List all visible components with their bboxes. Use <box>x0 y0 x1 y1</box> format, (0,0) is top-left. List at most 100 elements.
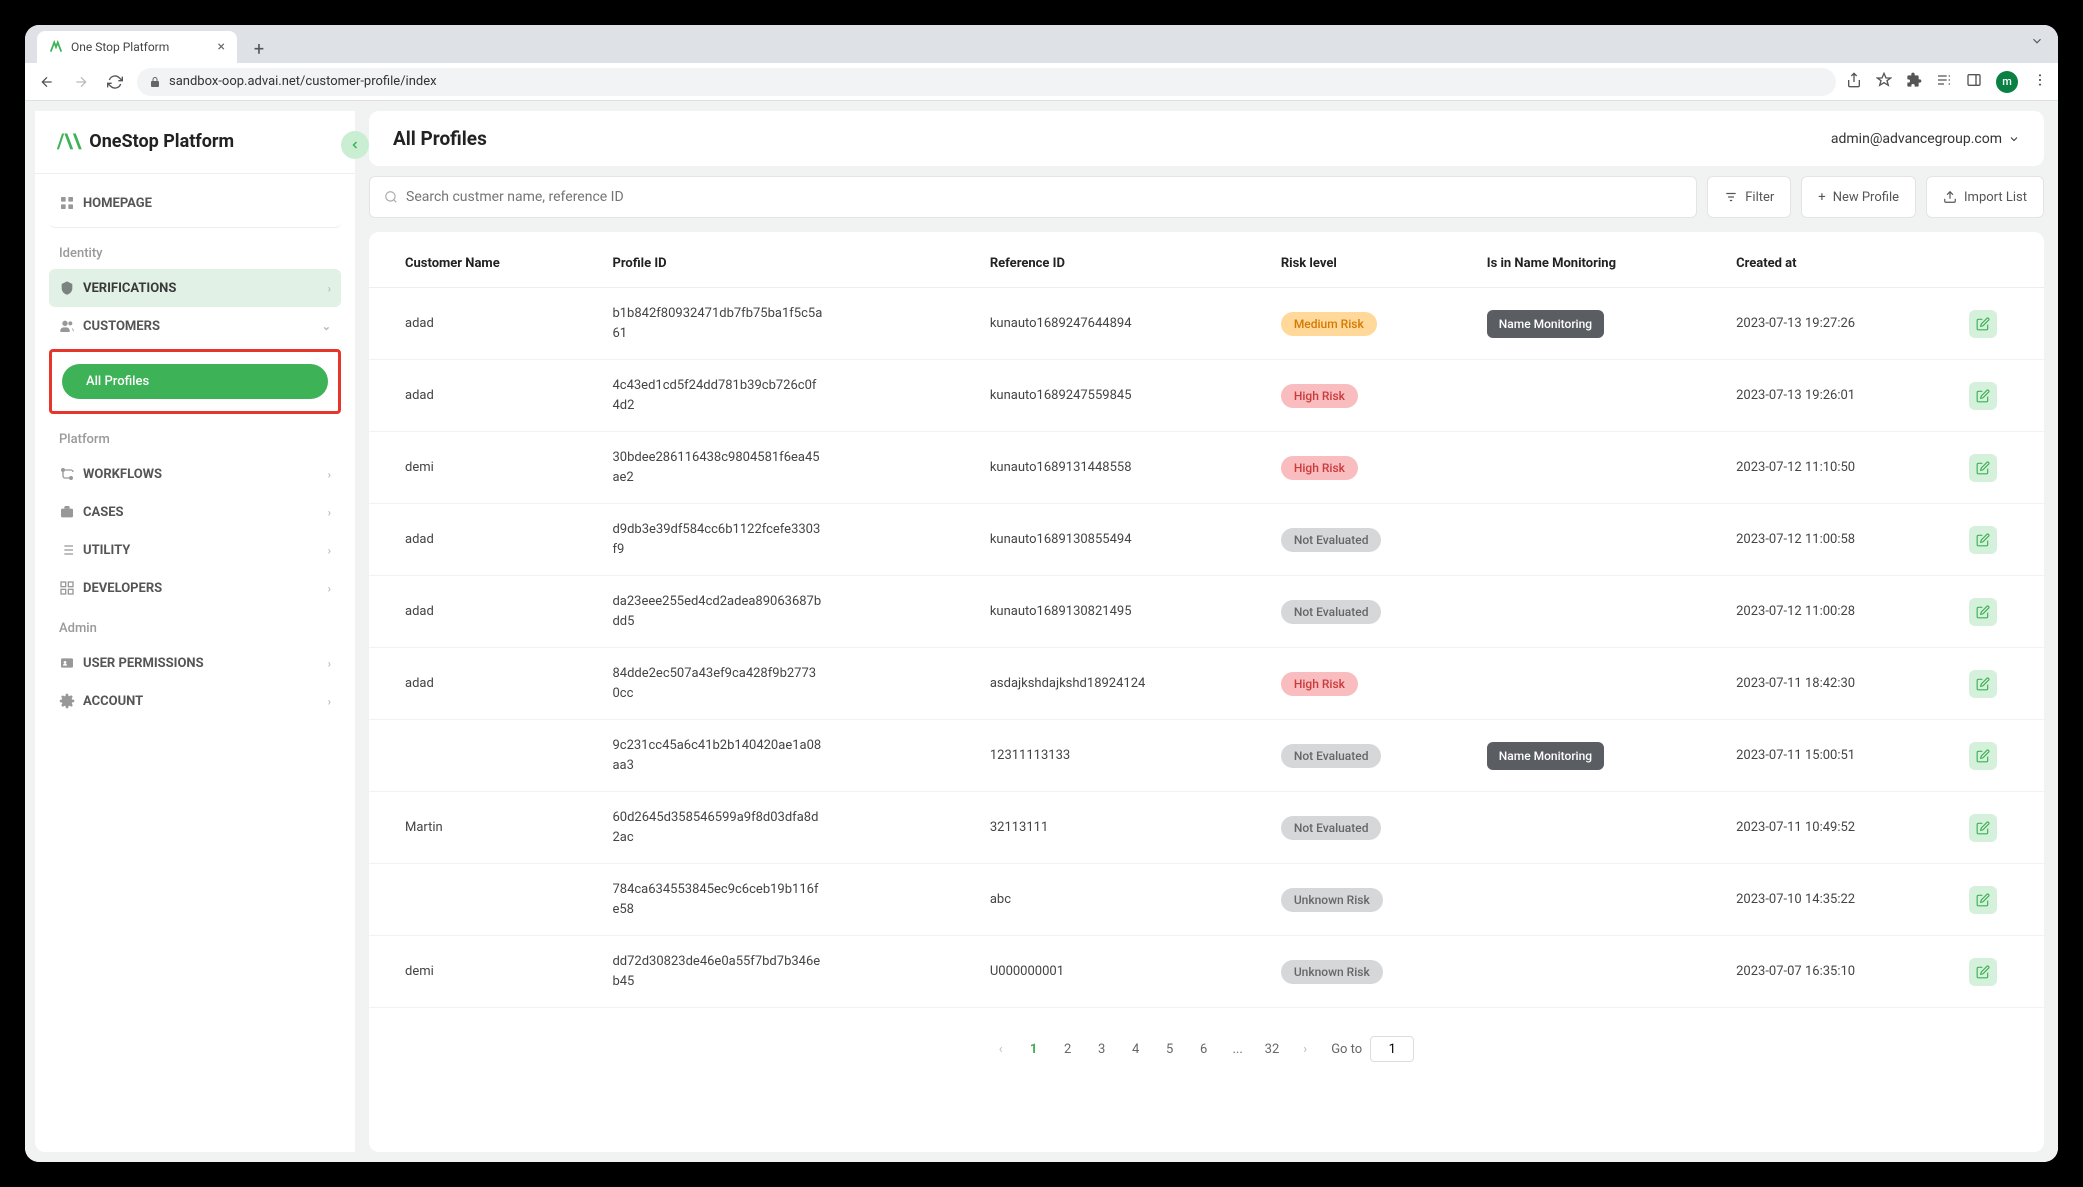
col-monitoring[interactable]: Is in Name Monitoring <box>1473 240 1722 288</box>
share-icon[interactable] <box>1846 72 1862 92</box>
reload-button[interactable] <box>103 70 127 94</box>
cell-reference-id: U000000001 <box>976 936 1267 1008</box>
edit-button[interactable] <box>1969 310 1997 338</box>
col-customer-name[interactable]: Customer Name <box>369 240 598 288</box>
table-row[interactable]: demi dd72d30823de46e0a55f7bd7b346eb45 U0… <box>369 936 2044 1008</box>
window-expand-icon[interactable] <box>2030 33 2044 52</box>
edit-button[interactable] <box>1969 454 1997 482</box>
browser-addressbar: sandbox-oop.advai.net/customer-profile/i… <box>25 63 2058 101</box>
sidebar-item-all-profiles[interactable]: All Profiles <box>62 364 328 399</box>
cell-profile-id: dd72d30823de46e0a55f7bd7b346eb45 <box>598 936 975 1008</box>
side-panel-icon[interactable] <box>1966 72 1982 92</box>
col-reference-id[interactable]: Reference ID <box>976 240 1267 288</box>
browser-tab[interactable]: One Stop Platform × <box>37 31 237 63</box>
chevron-right-icon: › <box>328 506 331 519</box>
filter-button[interactable]: Filter <box>1707 176 1791 218</box>
goto-label: Go to <box>1331 1042 1362 1057</box>
page-number[interactable]: 2 <box>1061 1042 1075 1057</box>
new-tab-button[interactable]: + <box>245 35 273 63</box>
forward-button[interactable] <box>69 70 93 94</box>
sidebar-item-user-permissions[interactable]: USER PERMISSIONS › <box>49 644 341 682</box>
sidebar: /\\ OneStop Platform HOMEPAGE Identity V… <box>35 111 355 1152</box>
table-row[interactable]: adad 84dde2ec507a43ef9ca428f9b27730cc as… <box>369 648 2044 720</box>
sidebar-item-cases[interactable]: CASES › <box>49 493 341 531</box>
sidebar-label: UTILITY <box>83 543 130 558</box>
sidebar-item-customers[interactable]: CUSTOMERS ⌄ <box>49 307 341 345</box>
edit-button[interactable] <box>1969 886 1997 914</box>
filter-icon <box>1724 190 1738 204</box>
sidebar-item-utility[interactable]: UTILITY › <box>49 531 341 569</box>
import-list-button[interactable]: Import List <box>1926 176 2044 218</box>
edit-button[interactable] <box>1969 742 1997 770</box>
edit-button[interactable] <box>1969 382 1997 410</box>
page-number[interactable]: 32 <box>1265 1042 1280 1057</box>
table-row[interactable]: adad da23eee255ed4cd2adea89063687bdd5 ku… <box>369 576 2044 648</box>
sidebar-item-verifications[interactable]: VERIFICATIONS › <box>49 269 341 307</box>
back-button[interactable] <box>35 70 59 94</box>
goto-input[interactable] <box>1370 1036 1414 1062</box>
import-icon <box>1943 190 1957 204</box>
list-icon <box>59 542 75 558</box>
search-icon <box>384 190 398 204</box>
sidebar-item-account[interactable]: ACCOUNT › <box>49 682 341 720</box>
risk-badge: Not Evaluated <box>1281 600 1382 624</box>
edit-button[interactable] <box>1969 814 1997 842</box>
plus-icon: + <box>1818 190 1825 205</box>
sidebar-item-workflows[interactable]: WORKFLOWS › <box>49 455 341 493</box>
new-profile-button[interactable]: + New Profile <box>1801 176 1916 218</box>
page-number: ... <box>1231 1042 1245 1057</box>
cell-reference-id: kunauto1689130821495 <box>976 576 1267 648</box>
page-prev[interactable]: ‹ <box>999 1042 1003 1057</box>
reading-list-icon[interactable] <box>1936 72 1952 92</box>
col-profile-id[interactable]: Profile ID <box>598 240 975 288</box>
cell-profile-id: 9c231cc45a6c41b2b140420ae1a08aa3 <box>598 720 975 792</box>
edit-button[interactable] <box>1969 598 1997 626</box>
user-menu[interactable]: admin@advancegroup.com <box>1831 131 2020 147</box>
sidebar-item-developers[interactable]: DEVELOPERS › <box>49 569 341 607</box>
edit-button[interactable] <box>1969 526 1997 554</box>
section-platform: Platform <box>49 418 341 455</box>
cell-actions <box>1955 360 2044 432</box>
user-email: admin@advancegroup.com <box>1831 131 2002 147</box>
table-row[interactable]: Martin 60d2645d358546599a9f8d03dfa8d2ac … <box>369 792 2044 864</box>
sidebar-label: ACCOUNT <box>83 694 143 709</box>
table-row[interactable]: adad d9db3e39df584cc6b1122fcefe3303f9 ku… <box>369 504 2044 576</box>
table-row[interactable]: demi 30bdee286116438c9804581f6ea45ae2 ku… <box>369 432 2044 504</box>
edit-button[interactable] <box>1969 958 1997 986</box>
sidebar-item-homepage[interactable]: HOMEPAGE <box>49 184 341 228</box>
page-number[interactable]: 5 <box>1163 1042 1177 1057</box>
profile-avatar[interactable]: m <box>1996 71 2018 93</box>
col-risk-level[interactable]: Risk level <box>1267 240 1473 288</box>
page-number[interactable]: 3 <box>1095 1042 1109 1057</box>
extensions-icon[interactable] <box>1906 72 1922 92</box>
briefcase-icon <box>59 504 75 520</box>
cell-created-at: 2023-07-13 19:27:26 <box>1722 288 1955 360</box>
page-number[interactable]: 6 <box>1197 1042 1211 1057</box>
search-input[interactable] <box>406 189 1682 205</box>
page-number[interactable]: 4 <box>1129 1042 1143 1057</box>
logo-icon: /\\ <box>57 129 81 153</box>
table-row[interactable]: adad b1b842f80932471db7fb75ba1f5c5a61 ku… <box>369 288 2044 360</box>
table-row[interactable]: adad 4c43ed1cd5f24dd781b39cb726c0f4d2 ku… <box>369 360 2044 432</box>
edit-button[interactable] <box>1969 670 1997 698</box>
table-row[interactable]: 784ca634553845ec9c6ceb19b116fe58 abc Unk… <box>369 864 2044 936</box>
monitoring-badge: Name Monitoring <box>1487 310 1604 338</box>
col-created-at[interactable]: Created at <box>1722 240 1955 288</box>
close-tab-icon[interactable]: × <box>218 39 225 55</box>
page-header: All Profiles admin@advancegroup.com <box>369 111 2044 166</box>
collapse-sidebar-button[interactable] <box>341 131 369 159</box>
sidebar-label: CUSTOMERS <box>83 319 160 334</box>
page-numbers: 1 2 3 4 5 6... 32 <box>1027 1042 1280 1057</box>
brand-logo[interactable]: /\\ OneStop Platform <box>35 129 355 174</box>
url-field[interactable]: sandbox-oop.advai.net/customer-profile/i… <box>137 68 1836 96</box>
cell-risk: Unknown Risk <box>1267 864 1473 936</box>
page-next[interactable]: › <box>1303 1042 1307 1057</box>
bookmark-icon[interactable] <box>1876 72 1892 92</box>
page-number[interactable]: 1 <box>1027 1042 1041 1057</box>
main-content: All Profiles admin@advancegroup.com Filt… <box>361 101 2058 1162</box>
code-icon <box>59 580 75 596</box>
table-row[interactable]: 9c231cc45a6c41b2b140420ae1a08aa3 1231111… <box>369 720 2044 792</box>
cell-created-at: 2023-07-11 15:00:51 <box>1722 720 1955 792</box>
menu-icon[interactable] <box>2032 72 2048 92</box>
search-input-wrapper[interactable] <box>369 176 1697 218</box>
